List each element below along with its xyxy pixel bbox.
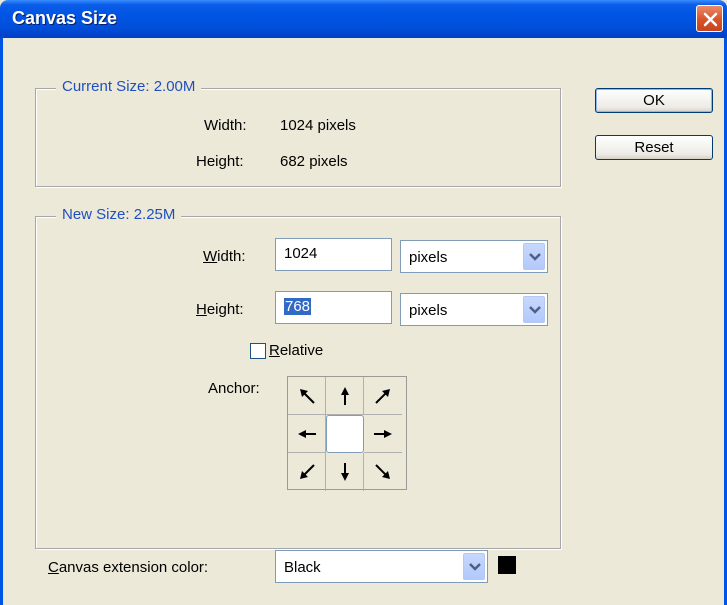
new-size-legend: New Size: 2.25M <box>56 206 182 223</box>
width-unit-select[interactable]: pixels <box>400 240 548 273</box>
chevron-down-icon <box>529 306 541 314</box>
anchor-top[interactable] <box>326 377 364 415</box>
height-unit-dropdown-button[interactable] <box>523 296 545 323</box>
anchor-bottom-right[interactable] <box>364 453 402 491</box>
anchor-top-right[interactable] <box>364 377 402 415</box>
width-input[interactable]: 1024 <box>275 238 392 271</box>
extension-color-swatch[interactable] <box>498 556 516 574</box>
anchor-bottom[interactable] <box>326 453 364 491</box>
dialog-body: Current Size: 2.00M Width: 1024 pixels H… <box>0 38 727 605</box>
current-width-value: 1024 pixels <box>280 117 356 134</box>
current-width-label: Width: <box>204 117 247 134</box>
height-input[interactable]: 768 <box>275 291 392 324</box>
chevron-down-icon <box>469 563 481 571</box>
new-width-label: Width: <box>203 248 246 265</box>
close-button[interactable] <box>696 5 723 32</box>
arrow-down-right-icon <box>375 464 390 479</box>
ok-button[interactable]: OK <box>595 88 713 113</box>
window-title: Canvas Size <box>12 8 118 28</box>
current-height-value: 682 pixels <box>280 153 348 170</box>
arrow-down-icon <box>341 463 349 481</box>
extension-color-label: Canvas extension color: <box>48 559 209 576</box>
arrow-down-left-icon <box>300 464 315 479</box>
current-height-label: Height: <box>196 153 244 170</box>
anchor-center[interactable] <box>326 415 364 453</box>
anchor-label: Anchor: <box>208 380 260 397</box>
anchor-right[interactable] <box>364 415 402 453</box>
arrow-left-icon <box>298 430 316 438</box>
anchor-bottom-left[interactable] <box>288 453 326 491</box>
reset-button[interactable]: Reset <box>595 135 713 160</box>
arrow-up-left-icon <box>300 389 315 404</box>
title-bar[interactable]: Canvas Size <box>0 0 727 38</box>
extension-color-select[interactable]: Black <box>275 550 488 583</box>
current-size-legend: Current Size: 2.00M <box>56 78 202 95</box>
current-size-group: Current Size: 2.00M <box>35 78 561 187</box>
relative-label[interactable]: Relative <box>269 342 323 359</box>
anchor-top-left[interactable] <box>288 377 326 415</box>
anchor-left[interactable] <box>288 415 326 453</box>
arrow-up-icon <box>341 387 349 405</box>
chevron-down-icon <box>529 253 541 261</box>
anchor-grid <box>287 376 407 491</box>
arrow-up-right-icon <box>375 389 390 404</box>
arrow-right-icon <box>374 430 392 438</box>
new-height-label: Height: <box>196 301 244 318</box>
relative-checkbox[interactable] <box>250 343 266 359</box>
height-unit-select[interactable]: pixels <box>400 293 548 326</box>
width-unit-dropdown-button[interactable] <box>523 243 545 270</box>
extension-color-dropdown-button[interactable] <box>463 553 485 580</box>
close-icon <box>703 12 718 27</box>
